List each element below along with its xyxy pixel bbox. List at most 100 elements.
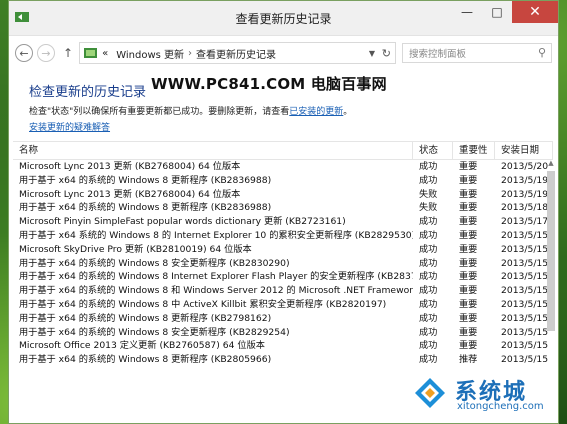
control-panel-icon xyxy=(84,48,98,58)
table-row[interactable]: Microsoft Lync 2013 更新 (KB2768004) 64 位版… xyxy=(13,160,553,174)
table-row[interactable]: Microsoft Lync 2013 更新 (KB2768004) 64 位版… xyxy=(13,188,553,202)
cell-name: Microsoft Office 2013 定义更新 (KB2760587) 6… xyxy=(19,340,265,352)
table-row[interactable]: 用于基于 x64 的系统的 Windows 8 安全更新程序 (KB283029… xyxy=(13,257,553,271)
cell-importance: 重要 xyxy=(459,326,478,338)
up-icon[interactable]: ↑ xyxy=(63,46,73,60)
cell-status: 成功 xyxy=(419,161,438,172)
table-row[interactable]: Microsoft Office 2013 定义更新 (KB2760587) 6… xyxy=(13,339,553,353)
cell-importance: 推荐 xyxy=(459,354,478,366)
header-status[interactable]: 状态 xyxy=(413,142,453,159)
chevron-down-icon[interactable]: ▼ xyxy=(369,49,375,58)
cell-date: 2013/5/17 xyxy=(501,216,549,228)
address-bar[interactable]: « Windows 更新 › 查看更新历史记录 ▼ ↻ xyxy=(79,42,396,64)
cell-importance: 重要 xyxy=(459,174,478,186)
cell-status: 失败 xyxy=(419,188,438,200)
cell-name: 用于基于 x64 的系统的 Windows 8 更新程序 (KB2836988) xyxy=(19,174,272,186)
cell-date: 2013/5/15 xyxy=(501,285,549,297)
cell-status: 失败 xyxy=(419,202,438,214)
cell-date: 2013/5/15 xyxy=(501,257,549,269)
table-row[interactable]: 用于基于 x64 的系统的 Windows 8 更新程序 (KB2836988)… xyxy=(13,174,553,188)
table-row[interactable]: 用于基于 x64 的系统的 Windows 8 中 ActiveX Killbi… xyxy=(13,298,553,312)
cell-importance: 重要 xyxy=(459,312,478,324)
table-body: Microsoft Lync 2013 更新 (KB2768004) 64 位版… xyxy=(13,160,553,367)
breadcrumb-separator: › xyxy=(188,47,193,59)
cell-status: 成功 xyxy=(419,354,438,366)
cell-name: 用于基于 x64 的系统的 Windows 8 更新程序 (KB2798162) xyxy=(19,312,272,324)
update-history-window: 查看更新历史记录 — □ ✕ ← → ↑ « Windows 更新 › 查看更新… xyxy=(8,0,559,424)
table-row[interactable]: Microsoft SkyDrive Pro 更新 (KB2810019) 64… xyxy=(13,243,553,257)
cell-status: 成功 xyxy=(419,257,438,269)
cell-importance: 重要 xyxy=(459,298,478,310)
description-end: 。 xyxy=(343,107,353,117)
cell-importance: 重要 xyxy=(459,202,478,214)
table-row[interactable]: 用于基于 x64 的系统的 Windows 8 Internet Explore… xyxy=(13,270,553,284)
description-text: 检查"状态"列以确保所有重要更新都已成功。要删除更新，请查看 xyxy=(29,107,290,117)
breadcrumb-windows-update[interactable]: Windows 更新 xyxy=(116,46,184,61)
cell-date: 2013/5/18 xyxy=(501,202,549,214)
update-history-table: 名称 状态 重要性 安装日期 Microsoft Lync 2013 更新 (K… xyxy=(13,141,553,367)
table-header: 名称 状态 重要性 安装日期 xyxy=(13,141,553,160)
table-row[interactable]: 用于基于 x64 的系统的 Windows 8 更新程序 (KB2836988)… xyxy=(13,201,553,215)
cell-status: 成功 xyxy=(419,174,438,186)
breadcrumb-current[interactable]: 查看更新历史记录 xyxy=(196,46,276,61)
cell-status: 成功 xyxy=(419,216,438,228)
table-row[interactable]: 用于基于 x64 系统的 Windows 8 的 Internet Explor… xyxy=(13,229,553,243)
cell-date: 2013/5/20 xyxy=(501,161,549,172)
cell-date: 2013/5/15 xyxy=(501,340,549,352)
back-icon[interactable]: ← xyxy=(15,44,33,62)
cell-name: Microsoft Pinyin SimpleFast popular word… xyxy=(19,216,346,228)
cell-date: 2013/5/15 xyxy=(501,298,549,310)
cell-date: 2013/5/15 xyxy=(501,271,549,283)
cell-name: 用于基于 x64 的系统的 Windows 8 安全更新程序 (KB283029… xyxy=(19,257,290,269)
cell-importance: 重要 xyxy=(459,229,478,241)
cell-importance: 重要 xyxy=(459,257,478,269)
header-name[interactable]: 名称 xyxy=(13,142,413,159)
cell-status: 成功 xyxy=(419,326,438,338)
cell-importance: 重要 xyxy=(459,188,478,200)
cell-status: 成功 xyxy=(419,243,438,255)
close-button[interactable]: ✕ xyxy=(512,1,558,23)
title-bar: 查看更新历史记录 — □ ✕ xyxy=(9,1,558,36)
search-icon[interactable]: ⚲ xyxy=(538,46,546,59)
scroll-up-icon[interactable]: ▲ xyxy=(546,159,556,169)
minimize-button[interactable]: — xyxy=(452,1,482,23)
cell-name: Microsoft SkyDrive Pro 更新 (KB2810019) 64… xyxy=(19,243,252,255)
watermark-text: WWW.PC841.COM 电脑百事网 xyxy=(151,75,387,93)
search-placeholder: 搜索控制面板 xyxy=(409,49,467,60)
cell-date: 2013/5/19 xyxy=(501,174,549,186)
scroll-thumb[interactable] xyxy=(547,171,555,331)
cell-name: 用于基于 x64 的系统的 Windows 8 中 ActiveX Killbi… xyxy=(19,298,387,310)
table-row[interactable]: 用于基于 x64 的系统的 Windows 8 和 Windows Server… xyxy=(13,284,553,298)
cell-status: 成功 xyxy=(419,229,438,241)
cell-date: 2013/5/15 xyxy=(501,243,549,255)
forward-icon[interactable]: → xyxy=(37,44,55,62)
header-importance[interactable]: 重要性 xyxy=(453,142,495,159)
logo-domain-text: xitongcheng.com xyxy=(457,401,544,412)
cell-name: Microsoft Lync 2013 更新 (KB2768004) 64 位版… xyxy=(19,188,241,200)
page-title: 检查更新的历史记录 xyxy=(29,85,147,100)
table-row[interactable]: Microsoft Pinyin SimpleFast popular word… xyxy=(13,215,553,229)
table-row[interactable]: 用于基于 x64 的系统的 Windows 8 安全更新程序 (KB282925… xyxy=(13,326,553,340)
cell-status: 成功 xyxy=(419,285,438,297)
troubleshoot-link[interactable]: 安装更新的疑难解答 xyxy=(29,120,110,133)
cell-date: 2013/5/15 xyxy=(501,354,549,366)
cell-name: 用于基于 x64 系统的 Windows 8 的 Internet Explor… xyxy=(19,229,413,241)
table-row[interactable]: 用于基于 x64 的系统的 Windows 8 更新程序 (KB2805966)… xyxy=(13,353,553,367)
cell-name: 用于基于 x64 的系统的 Windows 8 Internet Explore… xyxy=(19,271,413,283)
scrollbar[interactable]: ▲ xyxy=(546,159,556,389)
cell-date: 2013/5/15 xyxy=(501,312,549,324)
cell-importance: 重要 xyxy=(459,271,478,283)
search-input[interactable]: 搜索控制面板 ⚲ xyxy=(402,43,552,63)
cell-status: 成功 xyxy=(419,271,438,283)
page-description: 检查"状态"列以确保所有重要更新都已成功。要删除更新，请查看已安装的更新。 xyxy=(29,104,352,117)
table-row[interactable]: 用于基于 x64 的系统的 Windows 8 更新程序 (KB2798162)… xyxy=(13,312,553,326)
refresh-icon[interactable]: ↻ xyxy=(382,47,391,60)
maximize-button[interactable]: □ xyxy=(482,1,512,23)
cell-status: 成功 xyxy=(419,298,438,310)
header-date[interactable]: 安装日期 xyxy=(495,142,553,159)
installed-updates-link[interactable]: 已安装的更新 xyxy=(289,107,343,117)
cell-importance: 重要 xyxy=(459,243,478,255)
cell-status: 成功 xyxy=(419,340,438,352)
cell-name: 用于基于 x64 的系统的 Windows 8 安全更新程序 (KB282925… xyxy=(19,326,290,338)
breadcrumb-root[interactable]: « xyxy=(102,48,108,59)
